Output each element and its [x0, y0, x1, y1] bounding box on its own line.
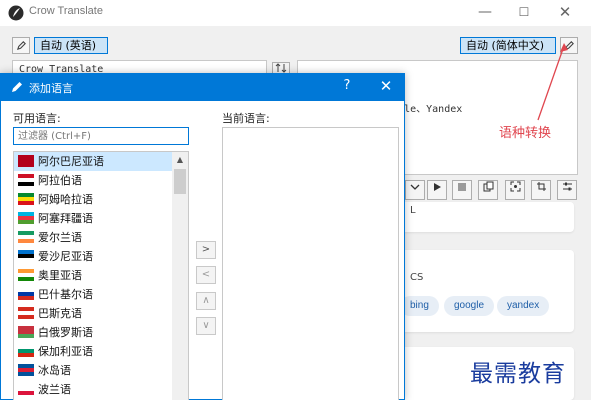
- copy-icon: [410, 184, 420, 190]
- language-name: 阿尔巴尼亚语: [38, 155, 104, 168]
- language-item[interactable]: 白俄罗斯语: [14, 323, 188, 342]
- available-languages-label: 可用语言:: [13, 112, 61, 125]
- flag-icon: [18, 345, 34, 357]
- title-bar: Crow Translate — ☐ ✕: [0, 0, 591, 26]
- help-button[interactable]: ?: [337, 78, 357, 93]
- language-item[interactable]: 巴斯克语: [14, 304, 188, 323]
- close-button[interactable]: ✕: [546, 0, 584, 26]
- move-up-button[interactable]: ∧: [196, 292, 216, 310]
- flag-icon: [18, 155, 34, 167]
- crow-logo-icon: [8, 5, 24, 21]
- pencil-icon: [12, 82, 22, 92]
- language-item[interactable]: 阿拉伯语: [14, 171, 188, 190]
- maximize-button[interactable]: ☐: [505, 0, 543, 26]
- language-item[interactable]: 保加利亚语: [14, 342, 188, 361]
- play-icon: [434, 183, 441, 191]
- dictionary-panel: [400, 202, 574, 232]
- flag-icon: [18, 307, 34, 319]
- language-name: 波兰语: [38, 383, 71, 396]
- flag-icon: [18, 288, 34, 300]
- screenshot-icon: [510, 181, 520, 192]
- current-languages-label: 当前语言:: [222, 112, 270, 125]
- language-name: 冰岛语: [38, 364, 71, 377]
- move-down-button[interactable]: ∨: [196, 317, 216, 335]
- stop-icon: [458, 183, 466, 191]
- dictionary-panel-text: L: [410, 205, 416, 216]
- swap-icon: [275, 63, 287, 73]
- dialog-title: 添加语言: [29, 82, 73, 95]
- flag-icon: [18, 193, 34, 205]
- current-languages-list[interactable]: [222, 127, 399, 400]
- flag-icon: [18, 212, 34, 224]
- tool-button-settings[interactable]: [557, 180, 577, 200]
- tool-button-play[interactable]: [427, 180, 447, 200]
- language-name: 保加利亚语: [38, 345, 93, 358]
- source-edit-button[interactable]: [12, 37, 30, 54]
- available-languages-list[interactable]: 阿尔巴尼亚语 阿拉伯语阿姆哈拉语阿塞拜疆语爱尔兰语爱沙尼亚语奥里亚语巴什基尔语巴斯…: [13, 151, 189, 400]
- language-name: 阿塞拜疆语: [38, 212, 93, 225]
- language-item[interactable]: 阿塞拜疆语: [14, 209, 188, 228]
- flag-icon: [18, 250, 34, 262]
- watermark: 最需教育: [470, 361, 566, 387]
- engines-panel: [400, 250, 574, 332]
- language-name: 奥里亚语: [38, 269, 82, 282]
- pencil-icon: [16, 41, 26, 51]
- copy-translation-icon: [483, 181, 493, 192]
- language-item[interactable]: 冰岛语: [14, 361, 188, 380]
- settings-icon: [562, 182, 572, 191]
- language-list-scrollbar[interactable]: ▲: [172, 152, 188, 400]
- tool-button-copy-translation[interactable]: [478, 180, 498, 200]
- language-item[interactable]: 巴什基尔语: [14, 285, 188, 304]
- add-language-button[interactable]: >: [196, 241, 216, 259]
- language-name: 巴什基尔语: [38, 288, 93, 301]
- tag-bing[interactable]: bing: [400, 296, 439, 316]
- engines-panel-text: CS: [410, 272, 424, 283]
- flag-icon: [18, 364, 34, 376]
- language-name: 爱沙尼亚语: [38, 250, 93, 263]
- dialog-close-button[interactable]: ✕: [376, 77, 396, 95]
- remove-language-button[interactable]: <: [196, 266, 216, 284]
- tool-button-copy[interactable]: [405, 180, 425, 200]
- scroll-up-icon[interactable]: ▲: [172, 152, 188, 168]
- language-name: 白俄罗斯语: [38, 326, 93, 339]
- language-item[interactable]: 波兰语: [14, 380, 188, 399]
- language-name: 阿姆哈拉语: [38, 193, 93, 206]
- window-title: Crow Translate: [29, 5, 103, 17]
- language-item[interactable]: 阿尔巴尼亚语: [14, 152, 188, 171]
- dialog-title-bar: 添加语言 ? ✕: [1, 74, 404, 101]
- language-name: 巴斯克语: [38, 307, 82, 320]
- flag-icon: [18, 231, 34, 243]
- language-item[interactable]: 爱尔兰语: [14, 228, 188, 247]
- language-item[interactable]: 阿姆哈拉语: [14, 190, 188, 209]
- tag-yandex[interactable]: yandex: [497, 296, 550, 316]
- language-item[interactable]: 奥里亚语: [14, 266, 188, 285]
- source-language-button[interactable]: 自动 (英语): [34, 37, 108, 54]
- add-language-dialog: 添加语言 ? ✕ 可用语言: 当前语言: 阿尔巴尼亚语阿拉伯语阿姆哈拉语阿塞拜疆…: [0, 73, 405, 400]
- language-items: 阿尔巴尼亚语 阿拉伯语阿姆哈拉语阿塞拜疆语爱尔兰语爱沙尼亚语奥里亚语巴什基尔语巴斯…: [14, 152, 188, 399]
- flag-icon: [18, 174, 34, 186]
- filter-input[interactable]: [13, 127, 189, 145]
- flag-icon: [18, 269, 34, 281]
- language-item[interactable]: 爱沙尼亚语: [14, 247, 188, 266]
- minimize-button[interactable]: —: [466, 0, 504, 26]
- tool-button-stop[interactable]: [452, 180, 472, 200]
- language-name: 阿拉伯语: [38, 174, 82, 187]
- scroll-thumb[interactable]: [174, 169, 186, 194]
- crop-icon: [536, 182, 546, 191]
- flag-icon: [18, 326, 34, 338]
- annotation-arrow-icon: [537, 43, 568, 121]
- tool-button-crop[interactable]: [531, 180, 551, 200]
- tag-google[interactable]: google: [444, 296, 495, 316]
- language-name: 爱尔兰语: [38, 231, 82, 244]
- flag-icon: [18, 383, 34, 395]
- tool-button-screenshot[interactable]: [505, 180, 525, 200]
- annotation-label: 语种转换: [499, 126, 552, 141]
